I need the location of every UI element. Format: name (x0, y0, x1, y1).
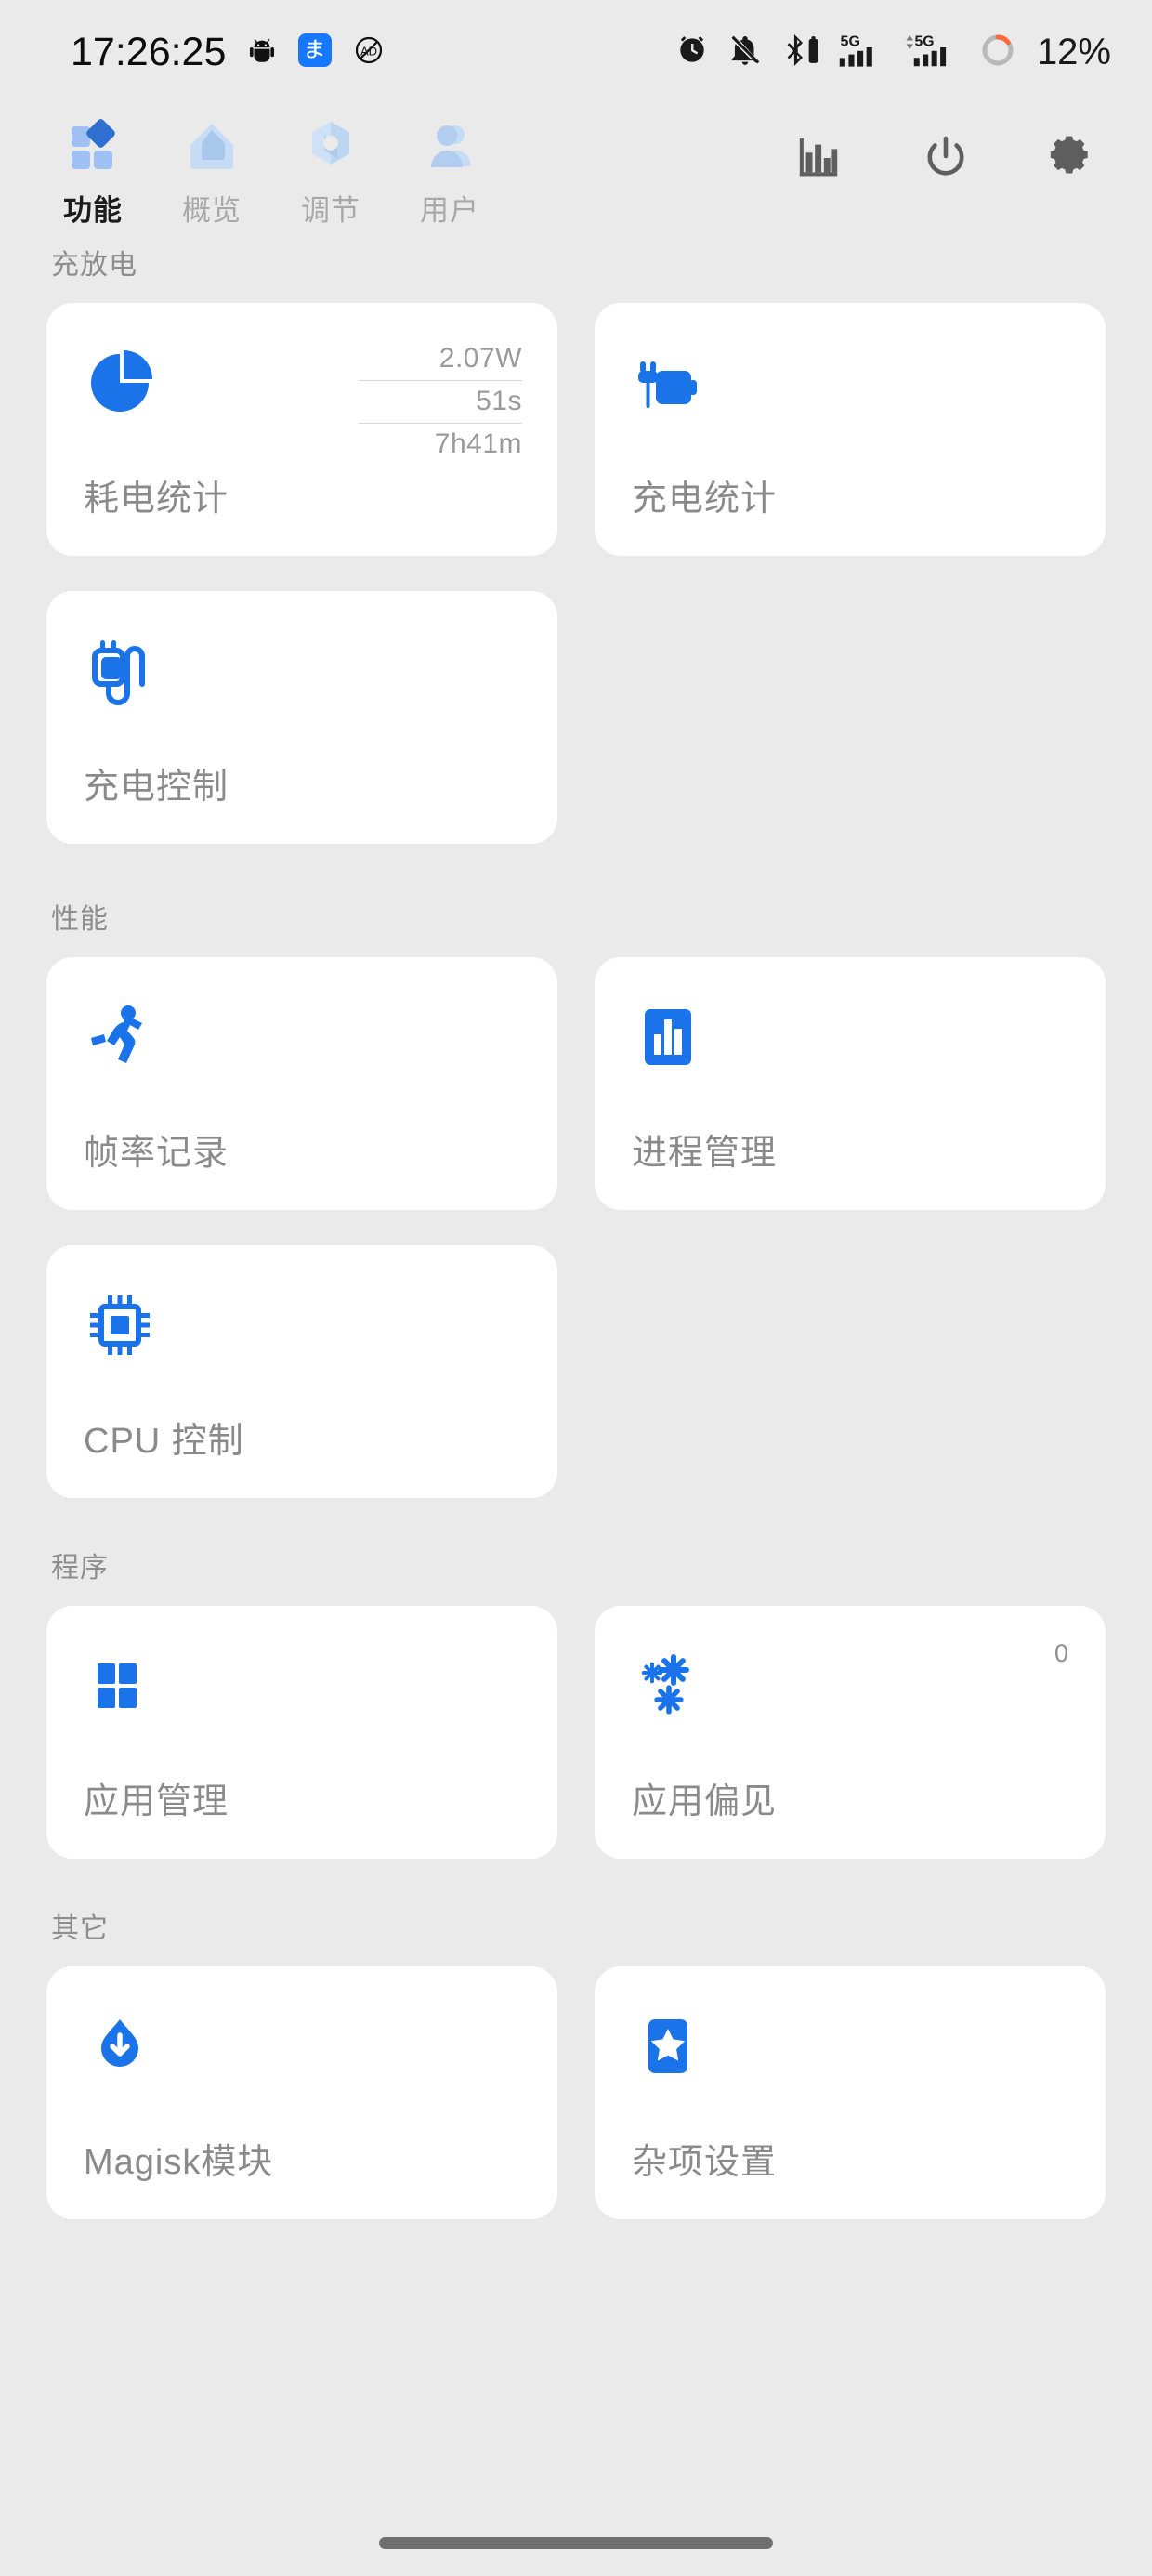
tab-adjust-label: 调节 (301, 194, 360, 227)
card-charge-control[interactable]: 充电控制 (46, 591, 557, 844)
svg-text:5G: 5G (914, 33, 934, 49)
card-label-cpu-control: CPU 控制 (84, 1422, 244, 1461)
chart-icon[interactable] (792, 130, 847, 186)
tab-features[interactable]: 功能 (33, 115, 152, 229)
battery-charging-icon (632, 344, 710, 422)
content-area: 充放电 2.07W 51s 7h41m 耗电统计 充电统计 充电控制 性能 帧率… (0, 242, 1152, 2219)
stat-duration-long: 7h41m (359, 423, 522, 466)
svg-text:5G: 5G (840, 33, 859, 49)
section-gap-1 (46, 844, 1106, 896)
toolbar (792, 115, 1115, 186)
card-cpu-control[interactable]: CPU 控制 (46, 1245, 557, 1498)
power-plug-cable-icon (84, 632, 162, 710)
card-app-management[interactable]: 应用管理 (46, 1606, 557, 1859)
cpu-chip-icon (84, 1286, 162, 1364)
battery-percent-label: 12% (1036, 31, 1111, 72)
card-grid-other: Magisk模块 杂项设置 (46, 1966, 1106, 2219)
card-label-framerate-record: 帧率记录 (84, 1134, 229, 1173)
gear-icon[interactable] (1044, 130, 1100, 186)
tab-overview-label: 概览 (182, 194, 242, 227)
card-label-misc-settings: 杂项设置 (632, 2143, 778, 2182)
bar-chart-square-icon (632, 998, 710, 1076)
magisk-download-icon (84, 2007, 162, 2085)
section-charge-discharge: 充放电 2.07W 51s 7h41m 耗电统计 充电统计 充电控制 (46, 242, 1106, 844)
snowflakes-icon (632, 1647, 710, 1725)
home-icon (181, 115, 242, 177)
stat-power: 2.07W (439, 343, 522, 374)
power-icon[interactable] (918, 130, 974, 186)
pie-chart-icon (84, 344, 162, 422)
section-title-other: 其它 (51, 1913, 109, 1944)
card-magisk-modules[interactable]: Magisk模块 (46, 1966, 557, 2219)
section-title-charge-discharge: 充放电 (51, 250, 137, 281)
tab-overview[interactable]: 概览 (152, 115, 271, 229)
tab-user-label: 用户 (420, 194, 479, 227)
gesture-navigation-area (0, 2509, 1152, 2576)
card-power-statistics[interactable]: 2.07W 51s 7h41m 耗电统计 (46, 303, 557, 556)
card-label-process-management: 进程管理 (632, 1134, 778, 1173)
card-framerate-record[interactable]: 帧率记录 (46, 957, 557, 1210)
section-gap-2 (46, 1498, 1106, 1544)
card-charge-statistics[interactable]: 充电统计 (595, 303, 1106, 556)
card-grid-performance: 帧率记录 进程管理 CPU 控制 (46, 957, 1106, 1498)
top-navigation-bar: 功能 概览 调节 用户 (0, 104, 1152, 242)
bluetooth-battery-icon (780, 33, 821, 72)
alipay-icon (298, 33, 333, 72)
user-icon (419, 115, 480, 177)
card-label-charge-control: 充电控制 (84, 768, 229, 807)
card-grid-charge-discharge: 2.07W 51s 7h41m 耗电统计 充电统计 充电控制 (46, 303, 1106, 844)
notifications-off-icon (727, 33, 763, 72)
card-label-app-bias: 应用偏见 (632, 1782, 778, 1821)
power-stats: 2.07W 51s 7h41m (359, 338, 522, 466)
home-gesture-bar[interactable] (379, 2536, 773, 2549)
section-gap-3 (46, 1859, 1106, 1905)
card-label-app-management: 应用管理 (84, 1782, 229, 1821)
ad-block-icon: AD (352, 33, 386, 72)
section-title-programs: 程序 (51, 1553, 109, 1584)
card-grid-programs: 应用管理 0 应用偏见 (46, 1606, 1106, 1859)
status-bar-left: 17:26:25 AD (71, 30, 386, 75)
status-bar-clock: 17:26:25 (71, 29, 227, 74)
signal-5g-icon: 5G (839, 32, 887, 73)
battery-ring-icon (978, 31, 1017, 74)
stat-duration-short: 51s (359, 380, 522, 423)
card-label-charge-statistics: 充电统计 (632, 480, 778, 519)
signal-5g-data-icon: 5G (905, 32, 961, 73)
tab-user[interactable]: 用户 (390, 115, 509, 229)
grid-squares-icon (84, 1647, 162, 1725)
card-label-power-statistics: 耗电统计 (84, 480, 229, 519)
tab-adjust[interactable]: 调节 (271, 115, 390, 229)
tab-list: 功能 概览 调节 用户 (33, 115, 509, 229)
card-process-management[interactable]: 进程管理 (595, 957, 1106, 1210)
section-title-performance: 性能 (51, 904, 109, 935)
app-bias-badge: 0 (1054, 1639, 1068, 1667)
star-bookmark-icon (632, 2007, 710, 2085)
card-label-magisk-modules: Magisk模块 (84, 2143, 274, 2182)
hexagon-gear-icon (300, 115, 361, 177)
status-bar: 17:26:25 AD 5G 5G 12% (0, 0, 1152, 104)
status-bar-right: 5G 5G 12% (674, 31, 1111, 74)
running-person-icon (84, 998, 162, 1076)
svg-text:AD: AD (360, 44, 377, 58)
blocks-diamond-icon (62, 115, 124, 177)
section-programs: 程序 应用管理 0 应用偏见 (46, 1544, 1106, 1859)
tab-features-label: 功能 (63, 194, 123, 227)
card-app-bias[interactable]: 0 应用偏见 (595, 1606, 1106, 1859)
android-bug-icon (246, 34, 278, 71)
alarm-icon (674, 33, 710, 72)
section-performance: 性能 帧率记录 进程管理 CPU 控制 (46, 896, 1106, 1498)
card-misc-settings[interactable]: 杂项设置 (595, 1966, 1106, 2219)
section-other: 其它 Magisk模块 杂项设置 (46, 1905, 1106, 2219)
